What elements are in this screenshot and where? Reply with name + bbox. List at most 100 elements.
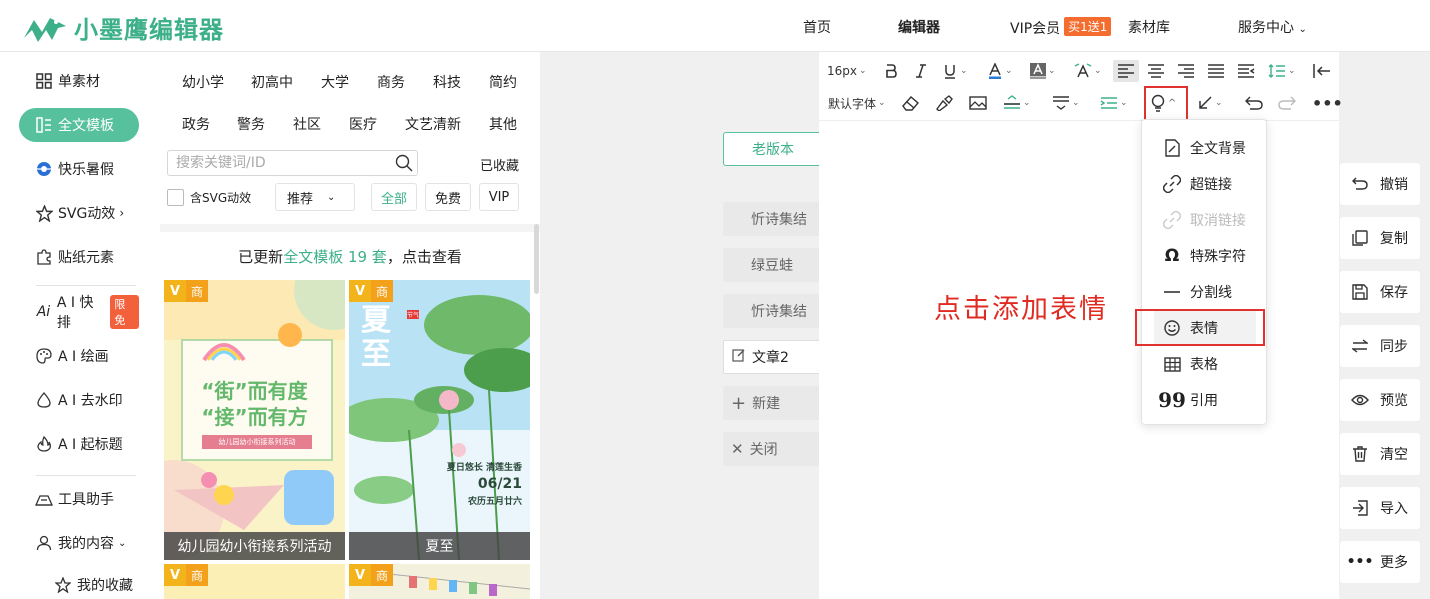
undo-action-button[interactable]: 撤销 <box>1340 163 1420 205</box>
sidebar-item-summer[interactable]: 快乐暑假 <box>19 152 139 186</box>
sidebar-item-my-content[interactable]: 我的内容 ⌄ <box>19 526 139 560</box>
spacing-before-button[interactable]: ⌄ <box>1003 92 1031 114</box>
sidebar-divider <box>36 475 136 476</box>
category-tab[interactable]: 政务 <box>182 114 210 134</box>
category-tab[interactable]: 简约 <box>489 72 517 92</box>
sidebar-item-svg[interactable]: SVG动效 › <box>19 196 139 230</box>
text-effect-button[interactable]: ⌄ <box>1074 60 1102 82</box>
bold-button[interactable] <box>883 60 899 82</box>
sidebar-item-single-material[interactable]: 单素材 <box>19 64 139 98</box>
article-tab[interactable]: 绿豆蛙 <box>723 248 823 282</box>
sidebar-item-ai-layout[interactable]: Ai A I 快排 限免 <box>19 295 139 331</box>
image-button[interactable] <box>969 92 987 114</box>
indent-button[interactable] <box>1237 60 1255 82</box>
font-size-select[interactable]: 16px ⌄ <box>827 60 867 82</box>
more-tools-button[interactable]: ••• <box>1312 92 1343 114</box>
article-tab[interactable]: 忻诗集结 <box>723 294 823 328</box>
category-tab[interactable]: 其他 <box>489 114 517 134</box>
sidebar-item-ai-watermark[interactable]: A I 去水印 <box>19 383 139 417</box>
align-right-button[interactable] <box>1177 60 1195 82</box>
align-left-button[interactable] <box>1113 60 1139 82</box>
template-card[interactable]: V 商 <box>349 564 530 599</box>
spacing-after-button[interactable]: ⌄ <box>1052 92 1080 114</box>
sidebar-item-tools[interactable]: 工具助手 <box>19 482 139 516</box>
menu-item-hyperlink[interactable]: 超链接 <box>1142 166 1268 202</box>
close-article-button[interactable]: ✕ 关闭 <box>723 432 823 466</box>
update-notice[interactable]: 已更新 全文模板 19 套，点击查看 <box>160 224 540 280</box>
sidebar-item-sticker[interactable]: 贴纸元素 <box>19 240 139 274</box>
collected-link[interactable]: 已收藏 <box>480 155 519 174</box>
new-article-button[interactable]: + 新建 <box>723 386 823 420</box>
background-color-button[interactable]: ⌄ <box>1030 60 1056 82</box>
menu-item-divider[interactable]: 分割线 <box>1142 274 1268 310</box>
action-label: 清空 <box>1380 447 1408 463</box>
nav-vip[interactable]: VIP会员 买1送1 <box>1010 17 1112 38</box>
vip-v-icon: V <box>164 280 186 302</box>
menu-item-unlink[interactable]: 取消链接 <box>1142 202 1268 238</box>
underline-button[interactable]: ⌄ <box>942 60 968 82</box>
direction-button[interactable]: ⌄ <box>1197 92 1223 114</box>
line-height-button[interactable]: ⌄ <box>1268 60 1296 82</box>
sidebar-item-label: 我的收藏 <box>77 578 133 594</box>
category-tab[interactable]: 文艺清新 <box>405 114 461 134</box>
import-action-button[interactable]: 导入 <box>1340 487 1420 529</box>
nav-service-label: 服务中心 <box>1238 20 1294 36</box>
category-tab[interactable]: 商务 <box>377 72 405 92</box>
exit-fullscreen-button[interactable] <box>1313 60 1331 82</box>
italic-button[interactable] <box>913 60 929 82</box>
category-tab[interactable]: 幼小学 <box>182 72 224 92</box>
category-tab[interactable]: 初高中 <box>251 72 293 92</box>
search-icon[interactable] <box>395 154 413 172</box>
undo-button[interactable] <box>1245 92 1263 114</box>
align-center-button[interactable] <box>1147 60 1165 82</box>
copy-action-button[interactable]: 复制 <box>1340 217 1420 259</box>
category-tab[interactable]: 大学 <box>321 72 349 92</box>
nav-editor[interactable]: 编辑器 <box>898 17 940 37</box>
more-action-button[interactable]: ••• 更多 <box>1340 541 1420 583</box>
nav-library[interactable]: 素材库 <box>1128 17 1170 37</box>
template-panel: 幼小学 初高中 大学 商务 科技 简约 政务 警务 社区 医疗 文艺清新 其他 … <box>160 52 540 599</box>
menu-item-special-char[interactable]: Ω 特殊字符 <box>1142 238 1268 274</box>
filter-free[interactable]: 免费 <box>425 183 471 211</box>
category-tab[interactable]: 医疗 <box>349 114 377 134</box>
format-painter-button[interactable] <box>935 92 953 114</box>
template-card[interactable]: V 商 <box>164 564 345 599</box>
sidebar-item-ai-title[interactable]: A I 起标题 <box>19 427 139 461</box>
menu-item-table[interactable]: 表格 <box>1142 346 1268 382</box>
font-family-select[interactable]: 默认字体 ⌄ <box>828 92 886 114</box>
preview-action-button[interactable]: 预览 <box>1340 379 1420 421</box>
checkbox-box[interactable] <box>167 189 184 206</box>
commercial-tag: 商 <box>371 564 393 586</box>
brand-logo[interactable]: 小墨鹰编辑器 <box>22 10 224 45</box>
clear-format-button[interactable] <box>902 92 920 114</box>
clear-action-button[interactable]: 清空 <box>1340 433 1420 475</box>
panel-scrollbar[interactable] <box>534 224 539 294</box>
sort-select[interactable]: 推荐 ⌄ <box>275 183 355 211</box>
template-card[interactable]: 夏至 节气 夏日悠长 清莲生香 06/21 农历五月廿六 V 商 夏至 <box>349 280 530 560</box>
vip-corner-badge: V 商 <box>164 564 208 586</box>
sidebar-item-ai-paint[interactable]: A I 绘画 <box>19 339 139 373</box>
nav-home[interactable]: 首页 <box>803 17 831 37</box>
filter-vip[interactable]: VIP <box>479 183 519 211</box>
menu-item-quote[interactable]: 99 引用 <box>1142 382 1268 418</box>
article-tab-current[interactable]: 文章2 <box>723 340 823 374</box>
nav-service[interactable]: 服务中心 ⌄ <box>1238 17 1307 37</box>
old-version-button[interactable]: 老版本 <box>723 132 823 166</box>
redo-button[interactable] <box>1278 92 1296 114</box>
category-tab[interactable]: 科技 <box>433 72 461 92</box>
category-tab[interactable]: 警务 <box>237 114 265 134</box>
svg-filter-checkbox[interactable]: 含SVG动效 <box>167 189 251 206</box>
category-tab[interactable]: 社区 <box>293 114 321 134</box>
font-color-button[interactable]: ⌄ <box>987 60 1013 82</box>
menu-item-full-background[interactable]: 全文背景 <box>1142 130 1268 166</box>
sync-action-button[interactable]: 同步 <box>1340 325 1420 367</box>
align-justify-button[interactable] <box>1207 60 1225 82</box>
filter-all[interactable]: 全部 <box>371 183 417 211</box>
template-card[interactable]: “街”而有度 “接”而有方 幼儿园幼小衔接系列活动 V 商 幼儿园幼小衔接系列活… <box>164 280 345 560</box>
sidebar-item-full-template[interactable]: 全文模板 <box>19 108 139 142</box>
sidebar-item-my-favorites[interactable]: 我的收藏 <box>38 568 158 599</box>
letter-spacing-button[interactable]: ⌄ <box>1100 92 1128 114</box>
search-input[interactable] <box>176 151 391 175</box>
save-action-button[interactable]: 保存 <box>1340 271 1420 313</box>
article-tab[interactable]: 忻诗集结 <box>723 202 823 236</box>
